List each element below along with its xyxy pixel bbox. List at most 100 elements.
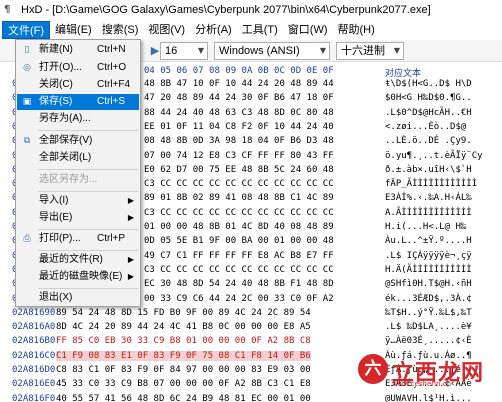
row-text[interactable]: @SHfì0H.T$@H.‹ñH: [385, 279, 472, 289]
row-bytes[interactable]: 0D 05 5E B1 9F 00 BA 00 01 00 00 48: [144, 236, 334, 246]
save-all-icon: ⧉: [23, 136, 31, 146]
chevron-down-icon: ▼: [319, 46, 326, 55]
menu-edit[interactable]: 编辑(E): [50, 21, 97, 39]
menu-separator: [38, 130, 138, 131]
row-bytes[interactable]: C3 CC CC CC CC CC CC CC CC CC CC CC: [144, 208, 334, 218]
row-text[interactable]: ð.±.àb×.uîH‹\$`H: [385, 165, 472, 175]
menu-separator: [38, 191, 138, 192]
row-text[interactable]: ék...3ÉÆD$,.3À.¢: [385, 294, 472, 304]
menu-item-import[interactable]: 导入(I) ▶: [17, 193, 139, 209]
chevron-down-icon: ▼: [393, 46, 400, 55]
menu-item-open[interactable]: ◎ 打开(O)... Ctrl+O: [17, 60, 139, 76]
row-offset: 02A81690: [12, 307, 56, 318]
row-bytes[interactable]: 89 54 24 48 8D 15 FD B0 9F 00 89 4C 24 2…: [56, 308, 311, 318]
row-bytes[interactable]: E0 62 D7 00 75 EE 48 8B 5C 24 60 48: [144, 165, 334, 175]
row-bytes[interactable]: 07 00 74 12 E8 C3 CF FF FF 80 43 FF: [144, 151, 334, 161]
menu-separator: [38, 229, 138, 230]
row-bytes[interactable]: 45 33 C0 33 C9 B8 07 00 00 00 0F A2 8B C…: [56, 379, 311, 389]
menu-search[interactable]: 搜索(S): [97, 21, 144, 39]
hex-row[interactable]: 02A816A0 8D 4C 24 20 89 44 24 4C 41 B8 0C…: [0, 320, 502, 334]
submenu-arrow-icon: ▶: [127, 213, 134, 222]
menu-item-new[interactable]: ▯ 新建(N) Ctrl+N: [17, 42, 139, 58]
row-text[interactable]: .L$ IÇÁÿÿÿÿè¬¸çÿ: [385, 251, 472, 261]
row-offset: 02A816D0: [12, 365, 56, 375]
row-bytes[interactable]: 08 48 8B 0D 3A 98 18 04 0F B6 D3 48: [144, 136, 334, 146]
app-icon: ¶: [4, 4, 11, 15]
row-bytes[interactable]: 89 01 8B 02 89 41 08 48 8B C1 4C 89: [144, 193, 334, 203]
file-menu-dropdown: ▯ 新建(N) Ctrl+N ◎ 打开(O)... Ctrl+O 关闭(C) C…: [15, 39, 141, 307]
column-offsets-header: 04 05 06 07 08 09 0A 0B 0C 0D 0E 0F: [144, 66, 334, 76]
row-bytes[interactable]: FF 85 C0 EB 30 33 C9 B8 01 00 00 00 0F A…: [56, 336, 311, 346]
menu-item-save-as[interactable]: 另存为(A)...: [17, 111, 139, 127]
row-bytes[interactable]: C1 F9 08 83 E1 0F 83 F9 0F 75 08 C1 F8 1…: [56, 350, 311, 361]
menu-item-close-all[interactable]: 全部关闭(L): [17, 150, 139, 166]
row-text[interactable]: ŧ\D$(H<G..D$ H\D: [385, 79, 472, 89]
row-bytes[interactable]: 48 8B 47 10 0F 10 44 24 20 48 89 44: [144, 79, 334, 89]
save-icon: ▣: [22, 97, 32, 107]
charset-select[interactable]: Windows (ANSI) ▼: [214, 42, 330, 60]
watermark-logo-icon: 六: [358, 354, 388, 384]
row-text[interactable]: ‰T$H..ý°Ÿ.‰L$,‰T: [385, 308, 472, 318]
row-bytes[interactable]: C3 CC CC CC CC CC CC CC CC CC CC CC: [144, 265, 334, 275]
menu-analysis[interactable]: 分析(A): [190, 21, 237, 39]
row-text[interactable]: @UWAVH.l$¹H.ì...: [385, 394, 472, 402]
row-offset: 02A816C0: [12, 350, 56, 361]
menu-item-recent-files[interactable]: 最近的文件(R) ▶: [17, 252, 139, 268]
hex-row[interactable]: 02A816F0 40 55 57 41 56 48 8D 6C 24 B9 48…: [0, 392, 502, 402]
row-text[interactable]: E3ÀÌ%.‹.‰A.H‹ÁL‰: [385, 193, 472, 203]
menu-item-save-all[interactable]: ⧉ 全部保存(V): [17, 133, 139, 149]
menu-help[interactable]: 帮助(H): [333, 21, 380, 39]
menu-tools[interactable]: 工具(T): [237, 21, 283, 39]
row-bytes[interactable]: 40 55 57 41 56 48 8D 6C 24 B9 48 81 EC 0…: [56, 394, 311, 402]
hex-row[interactable]: 02A81690 89 54 24 48 8D 15 FD B0 9F 00 89…: [0, 306, 502, 320]
row-text[interactable]: ..LÈ.ö..DÉ .Çy9.: [385, 136, 472, 146]
menu-item-save-selection-as: 选区另存为...: [39, 174, 98, 185]
row-bytes[interactable]: EC 30 48 8D 54 24 40 48 8B F1 48 8D: [144, 279, 334, 289]
row-text[interactable]: A.ÃÌÌÌÌÌÌÌÌÌÌÌÌÌ: [385, 208, 472, 218]
hex-row[interactable]: 02A816B0 FF 85 C0 EB 30 33 C9 B8 01 00 00…: [0, 334, 502, 348]
menu-item-exit[interactable]: 退出(X): [17, 290, 139, 306]
menu-item-close[interactable]: 关闭(C) Ctrl+F4: [17, 77, 139, 93]
watermark-url: www.cesherin.cn: [392, 380, 452, 388]
menu-separator: [38, 169, 138, 170]
row-bytes[interactable]: C8 83 C1 0F 83 F9 0F 84 97 00 00 00 83 E…: [56, 365, 311, 375]
menu-item-recent-disk-images[interactable]: 最近的磁盘映像(E) ▶: [17, 269, 139, 285]
open-folder-icon: ◎: [23, 63, 31, 73]
offset-base-value: 十六进制: [341, 45, 385, 57]
row-bytes[interactable]: C3 CC CC CC CC CC CC CC CC CC CC CC: [144, 179, 334, 189]
window-title: HxD - [D:\Game\GOG Galaxy\Games\Cyberpun…: [21, 4, 431, 16]
offset-base-select[interactable]: 十六进制 ▼: [336, 42, 404, 60]
row-bytes[interactable]: 49 C7 C1 FF FF FF FF E8 AC B8 E7 FF: [144, 251, 334, 261]
menu-window[interactable]: 窗口(W): [283, 21, 333, 39]
submenu-arrow-icon: ▶: [127, 196, 134, 205]
menu-item-save[interactable]: ▣ 保存(S) Ctrl+S: [17, 94, 139, 110]
row-text[interactable]: .L$ ‰D$LA¸....è¥: [385, 322, 472, 332]
menu-separator: [38, 288, 138, 289]
row-bytes[interactable]: 47 20 48 89 44 24 30 0F B6 47 18 0F: [144, 93, 334, 103]
row-text[interactable]: <.zøi...Èò..D$@: [385, 122, 466, 132]
row-text[interactable]: H.i(...H<.L@ H‰: [385, 222, 466, 232]
row-text[interactable]: ÿ…Àë03É¸.....¢‹È: [385, 336, 472, 346]
row-text[interactable]: .L$0^D$@HcÃH..€H: [385, 108, 472, 118]
title-bar: ¶ HxD - [D:\Game\GOG Galaxy\Games\Cyberp…: [0, 0, 502, 20]
printer-icon: ⎙: [23, 234, 31, 244]
row-bytes[interactable]: 01 00 00 48 8B 01 4C 8D 40 08 48 89: [144, 222, 334, 232]
row-text[interactable]: $0H<G H‰D$0.¶G..: [385, 93, 472, 103]
row-bytes[interactable]: 88 44 24 40 48 63 C3 48 8D 0C 80 48: [144, 108, 334, 118]
row-bytes[interactable]: 8D 4C 24 20 89 44 24 4C 41 B8 0C 00 00 0…: [56, 322, 311, 332]
row-text[interactable]: ö.yu¶.¸..t.èÃÏÿ¨Cy: [385, 151, 483, 161]
row-text[interactable]: H.Ä(ÃÌÌÌÌÌÌÌÌÌÌÌ: [385, 265, 472, 275]
row-text[interactable]: fÄP_ÃÌÌÌÌÌÌÌÌÌÌÌÌ: [385, 179, 477, 189]
row-offset: 02A816B0: [12, 336, 56, 347]
menu-item-export[interactable]: 导出(E) ▶: [17, 210, 139, 226]
bytes-per-row-select[interactable]: 16 ▼: [160, 42, 208, 60]
menu-item-print[interactable]: ⎙ 打印(P)... Ctrl+P: [17, 231, 139, 247]
row-offset: 02A816E0: [12, 379, 56, 390]
submenu-arrow-icon: ▶: [127, 255, 134, 264]
row-bytes[interactable]: 00 33 C9 C6 44 24 2C 00 33 C0 0F A2: [144, 294, 334, 304]
menu-file[interactable]: 文件(F): [2, 21, 51, 39]
row-text[interactable]: Àu.L..^±Ÿ.º....H: [385, 236, 472, 246]
menu-view[interactable]: 视图(V): [143, 21, 190, 39]
row-bytes[interactable]: EE 01 0F 11 04 C8 F2 0F 10 44 24 40: [144, 122, 334, 132]
row-offset: 02A816F0: [12, 393, 56, 402]
